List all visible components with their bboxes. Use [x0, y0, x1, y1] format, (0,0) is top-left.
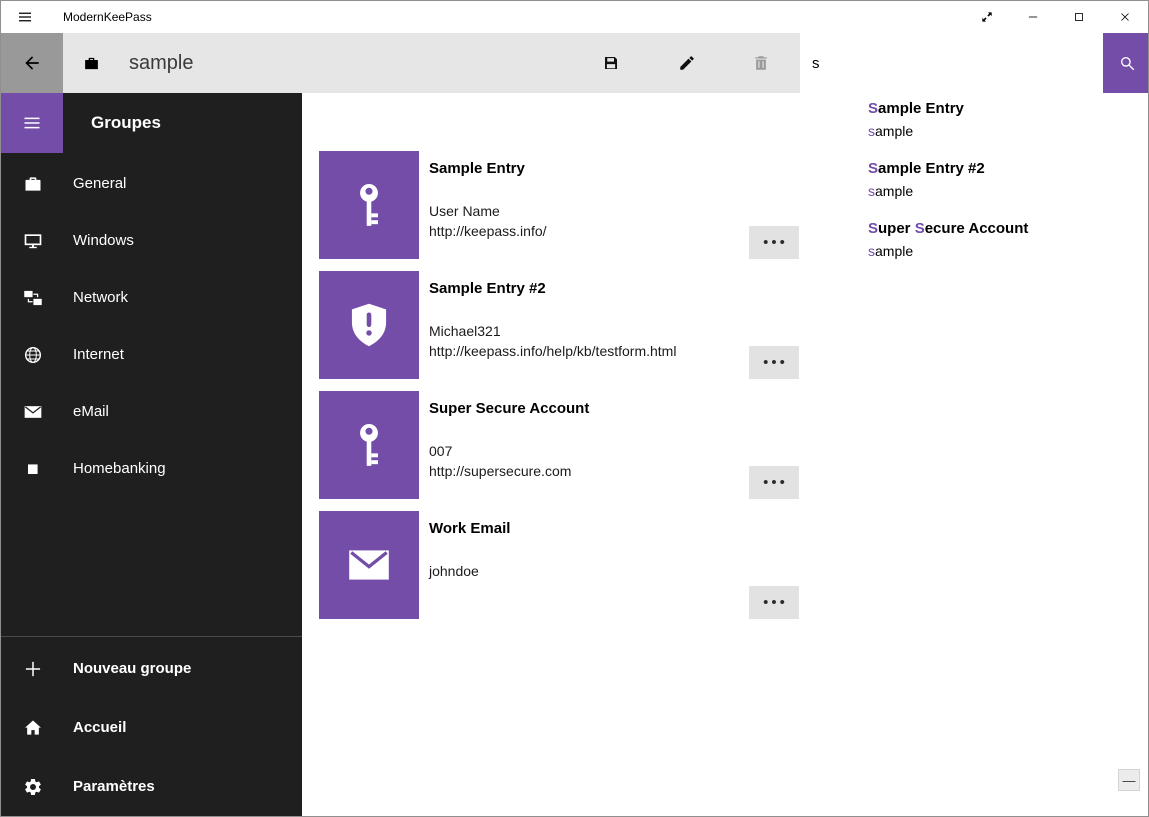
entry-title: Sample Entry [429, 159, 547, 179]
entry-username: 007 [429, 441, 589, 461]
entry-tile [319, 511, 419, 619]
fullscreen-icon [980, 10, 994, 24]
key-icon [344, 180, 394, 230]
save-button[interactable] [587, 33, 635, 93]
entry-title: Sample Entry #2 [429, 279, 676, 299]
suggestion-subtitle: sample [868, 241, 1138, 261]
briefcase-icon [23, 174, 43, 194]
sidebar: Groupes General Windows Network Internet… [1, 93, 302, 816]
sidebar-actions: Nouveau groupe Accueil Paramètres [1, 639, 302, 816]
monitor-icon [23, 231, 43, 251]
suggestion-title: Sample Entry [868, 99, 1138, 119]
mail-icon [23, 402, 43, 422]
entry-info: Work Email johndoe [419, 511, 510, 619]
square-icon [23, 459, 43, 479]
network-icon [23, 288, 43, 308]
sidebar-divider [1, 636, 302, 637]
close-icon [1118, 10, 1132, 24]
suggestion-item[interactable]: Sample Entry sample [800, 93, 1149, 153]
sidebar-item-email[interactable]: eMail [1, 383, 302, 440]
entry-url: http://keepass.info/help/kb/testform.htm… [429, 341, 676, 361]
titlebar: ModernKeePass [1, 1, 1148, 33]
entry-username: Michael321 [429, 321, 676, 341]
sidebar-action-nouveau-groupe[interactable]: Nouveau groupe [1, 639, 302, 698]
maximize-button[interactable] [1056, 1, 1102, 33]
gear-icon [23, 777, 43, 797]
envelope-icon [344, 540, 394, 590]
entry-row[interactable]: Super Secure Account 007 http://supersec… [319, 391, 816, 499]
briefcase-icon [83, 55, 100, 72]
commandbar: sample [1, 33, 1148, 93]
entry-title: Work Email [429, 519, 510, 539]
entry-row[interactable]: Work Email johndoe ••• [319, 511, 816, 619]
suggestion-subtitle: sample [868, 121, 1138, 141]
entry-more-button[interactable]: ••• [749, 346, 799, 379]
database-icon-wrap [83, 33, 100, 93]
suggestion-item[interactable]: Sample Entry #2 sample [800, 153, 1149, 213]
minimize-icon [1026, 10, 1040, 24]
entry-username: johndoe [429, 561, 510, 581]
plus-icon [23, 659, 43, 679]
app-window: ModernKeePass sample [0, 0, 1149, 817]
search-input[interactable] [800, 33, 1103, 93]
delete-icon [752, 54, 770, 72]
entry-row[interactable]: Sample Entry User Name http://keepass.in… [319, 151, 816, 259]
sidebar-heading: Groupes [91, 93, 161, 153]
key-icon [344, 420, 394, 470]
shield-alert-icon [344, 300, 394, 350]
suggestion-title: Sample Entry #2 [868, 159, 1138, 179]
entry-more-button[interactable]: ••• [749, 226, 799, 259]
globe-icon [23, 345, 43, 365]
app-title: ModernKeePass [63, 10, 152, 24]
sidebar-item-general[interactable]: General [1, 155, 302, 212]
entry-info: Super Secure Account 007 http://supersec… [419, 391, 589, 499]
sidebar-item-internet[interactable]: Internet [1, 326, 302, 383]
sidebar-hamburger-button[interactable] [1, 93, 63, 153]
suggestion-item[interactable]: Super Secure Account sample [800, 213, 1149, 273]
entry-tile [319, 151, 419, 259]
entry-tile [319, 271, 419, 379]
sidebar-item-network[interactable]: Network [1, 269, 302, 326]
edit-button[interactable] [663, 33, 711, 93]
titlebar-menu-button[interactable] [1, 1, 49, 33]
entry-row[interactable]: Sample Entry #2 Michael321 http://keepas… [319, 271, 816, 379]
search-button[interactable] [1103, 33, 1149, 93]
close-button[interactable] [1102, 1, 1148, 33]
minimize-button[interactable] [1010, 1, 1056, 33]
suggestion-title: Super Secure Account [868, 219, 1138, 239]
delete-button[interactable] [737, 33, 785, 93]
sidebar-item-windows[interactable]: Windows [1, 212, 302, 269]
entry-title: Super Secure Account [429, 399, 589, 419]
suggestion-subtitle: sample [868, 181, 1138, 201]
fullscreen-button[interactable] [964, 1, 1010, 33]
maximize-icon [1072, 10, 1086, 24]
back-button[interactable] [1, 33, 63, 93]
search-suggestions: Sample Entry sample Sample Entry #2 samp… [800, 93, 1149, 273]
window-controls [964, 1, 1148, 33]
zoom-out-label: — [1123, 773, 1136, 788]
entry-more-button[interactable]: ••• [749, 586, 799, 619]
sidebar-item-homebanking[interactable]: Homebanking [1, 440, 302, 497]
entry-url: http://supersecure.com [429, 461, 589, 481]
entry-username: User Name [429, 201, 547, 221]
save-icon [602, 54, 620, 72]
sidebar-action-accueil[interactable]: Accueil [1, 698, 302, 757]
entry-tile [319, 391, 419, 499]
hamburger-icon [17, 9, 33, 25]
entry-info: Sample Entry #2 Michael321 http://keepas… [419, 271, 676, 379]
edit-icon [678, 54, 696, 72]
hamburger-icon [22, 113, 42, 133]
entry-url: http://keepass.info/ [429, 221, 547, 241]
search-icon [1118, 54, 1136, 72]
home-icon [23, 718, 43, 738]
back-arrow-icon [22, 53, 42, 73]
entry-info: Sample Entry User Name http://keepass.in… [419, 151, 547, 259]
group-list: General Windows Network Internet eMail H… [1, 155, 302, 497]
sidebar-action-paramètres[interactable]: Paramètres [1, 757, 302, 816]
entry-more-button[interactable]: ••• [749, 466, 799, 499]
database-name: sample [129, 33, 193, 93]
zoom-out-button[interactable]: — [1118, 769, 1140, 791]
